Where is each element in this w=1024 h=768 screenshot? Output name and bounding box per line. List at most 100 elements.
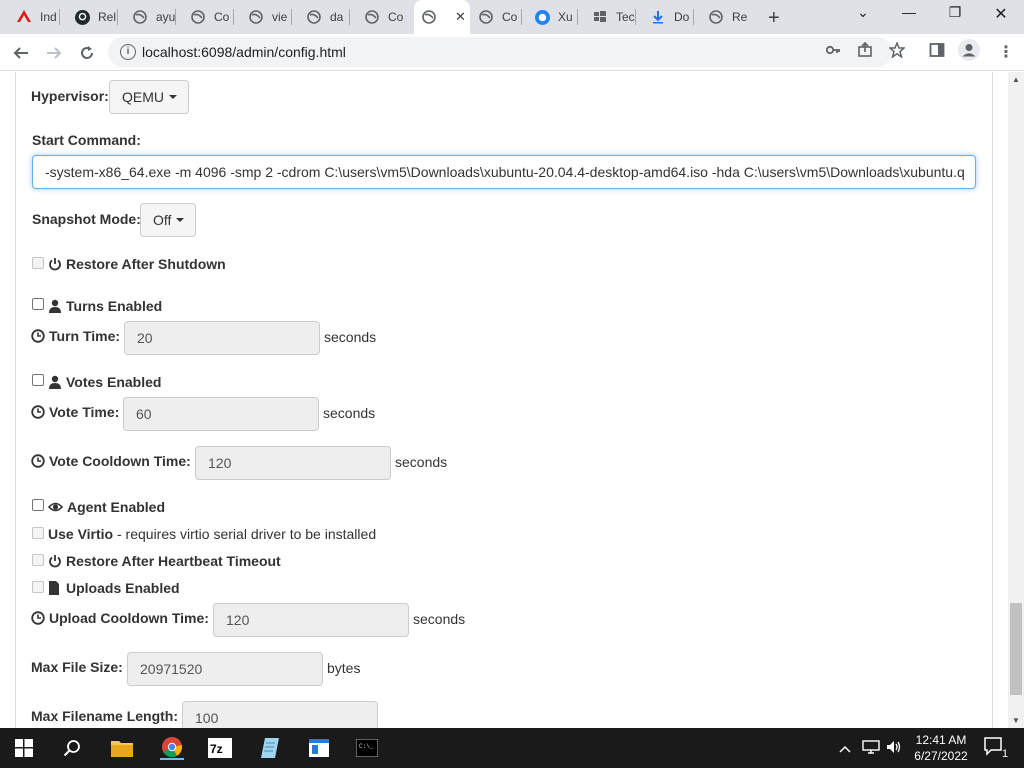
tab-1[interactable]: Ind <box>16 5 60 29</box>
tab-search-button[interactable]: ⌄ <box>840 4 886 21</box>
use-virtio-checkbox[interactable] <box>32 527 44 539</box>
vote-time-value: 60 <box>136 406 152 422</box>
window-app-icon[interactable] <box>307 736 331 760</box>
clock-icon <box>31 329 45 343</box>
tab-12-label: Do <box>674 10 690 24</box>
close-tab-icon[interactable]: ✕ <box>455 9 466 25</box>
max-file-size-value: 20971520 <box>140 661 203 677</box>
vote-time-input[interactable]: 60 <box>123 397 319 431</box>
command-prompt-icon[interactable]: C:\_ <box>355 736 379 760</box>
globe-icon <box>132 9 148 25</box>
minimize-button[interactable]: — <box>886 4 932 20</box>
tab-13[interactable]: Re <box>708 5 752 29</box>
scroll-up-arrow-icon[interactable]: ▲ <box>1012 75 1020 84</box>
scrollbar-thumb[interactable] <box>1010 603 1022 695</box>
menu-dots-icon[interactable]: ⋮ <box>998 42 1014 62</box>
tab-active[interactable]: ✕ <box>414 0 470 34</box>
notification-count: 1 <box>1002 748 1009 760</box>
new-tab-button[interactable]: + <box>768 7 780 30</box>
tab-5[interactable]: vie <box>248 5 292 29</box>
upload-cooldown-input[interactable]: 120 <box>213 603 409 637</box>
7zip-icon[interactable]: 7z <box>208 736 232 760</box>
agent-enabled-checkbox[interactable] <box>32 499 44 511</box>
upload-cooldown-unit: seconds <box>413 611 466 627</box>
max-file-size-label: Max File Size: <box>31 659 123 675</box>
forward-button[interactable] <box>42 41 66 65</box>
max-file-size-input[interactable]: 20971520 <box>127 652 323 686</box>
tab-7-label: Co <box>388 10 404 24</box>
globe-icon <box>364 9 380 25</box>
tab-10-label: Xu <box>558 10 573 24</box>
upload-cooldown-text: Upload Cooldown Time: <box>49 610 209 626</box>
close-window-button[interactable]: ✕ <box>978 4 1024 24</box>
tab-7[interactable]: Co <box>364 5 408 29</box>
tab-5-label: vie <box>272 10 288 24</box>
max-filename-length-input[interactable]: 100 <box>182 701 378 728</box>
page-scrollbar[interactable]: ▲ ▼ <box>1008 72 1024 728</box>
tab-strip: Ind Rel ayu Co vie da Co ✕ Co Xu Tec Do … <box>0 0 1024 34</box>
vote-cooldown-value: 120 <box>208 455 232 471</box>
tab-3-label: ayu <box>156 10 176 24</box>
windows-start-icon[interactable] <box>12 736 36 760</box>
site-info-icon[interactable]: i <box>120 44 136 60</box>
globe-icon <box>190 9 206 25</box>
tab-4[interactable]: Co <box>190 5 234 29</box>
tab-12[interactable]: Do <box>650 5 694 29</box>
download-icon <box>650 9 666 25</box>
tab-3[interactable]: ayu <box>132 5 176 29</box>
tab-2-label: Rel <box>98 10 117 24</box>
turn-time-unit: seconds <box>324 329 377 345</box>
address-bar[interactable]: i localhost:6098/admin/config.html <box>108 37 892 67</box>
turn-time-value: 20 <box>137 330 153 346</box>
scroll-down-arrow-icon[interactable]: ▼ <box>1012 716 1020 725</box>
show-hidden-icons-chevron-icon[interactable] <box>839 740 851 756</box>
eye-icon <box>48 502 63 512</box>
bookmark-star-icon[interactable] <box>888 40 906 62</box>
vote-cooldown-input[interactable]: 120 <box>195 446 391 480</box>
restore-after-heartbeat-label: Restore After Heartbeat Timeout <box>48 553 281 569</box>
tab-2[interactable]: Rel <box>74 5 118 29</box>
file-explorer-icon[interactable] <box>110 736 134 760</box>
snapshot-mode-dropdown[interactable]: Off <box>140 203 196 237</box>
vote-time-unit: seconds <box>323 405 376 421</box>
network-icon[interactable] <box>862 740 880 757</box>
xubuntu-icon <box>534 9 550 25</box>
tab-6[interactable]: da <box>306 5 350 29</box>
clock-icon <box>31 405 45 419</box>
chrome-icon[interactable] <box>160 736 184 760</box>
user-icon <box>49 375 61 389</box>
turn-time-input[interactable]: 20 <box>124 321 320 355</box>
globe-icon <box>248 9 264 25</box>
key-icon[interactable] <box>825 42 841 62</box>
uploads-enabled-text: Uploads Enabled <box>66 580 180 596</box>
search-icon[interactable] <box>60 736 84 760</box>
turns-enabled-checkbox[interactable] <box>32 298 44 310</box>
vote-cooldown-label: Vote Cooldown Time: <box>31 453 191 469</box>
profile-avatar-icon[interactable] <box>958 39 980 65</box>
restore-after-heartbeat-checkbox[interactable] <box>32 554 44 566</box>
tab-11[interactable]: Tec <box>592 5 636 29</box>
reload-icon <box>81 46 93 59</box>
start-command-input[interactable]: -system-x86_64.exe -m 4096 -smp 2 -cdrom… <box>32 155 976 189</box>
votes-enabled-checkbox[interactable] <box>32 374 44 386</box>
volume-icon[interactable] <box>886 740 902 757</box>
globe-icon <box>306 9 322 25</box>
back-button[interactable] <box>9 41 33 65</box>
restore-after-shutdown-checkbox[interactable] <box>32 257 44 269</box>
forward-arrow-icon <box>47 47 62 59</box>
reload-button[interactable] <box>75 41 99 65</box>
upload-cooldown-value: 120 <box>226 612 250 628</box>
restore-button[interactable]: ❐ <box>932 4 978 21</box>
vote-cooldown-text: Vote Cooldown Time: <box>49 453 191 469</box>
tab-9[interactable]: Co <box>478 5 522 29</box>
uploads-enabled-checkbox[interactable] <box>32 581 44 593</box>
share-icon[interactable] <box>857 41 873 62</box>
max-file-size-unit: bytes <box>327 660 361 676</box>
tab-10[interactable]: Xu <box>534 5 578 29</box>
globe-icon <box>478 9 494 25</box>
use-virtio-note: - requires virtio serial driver to be in… <box>113 526 377 542</box>
system-clock[interactable]: 12:41 AM 6/27/2022 <box>905 732 977 764</box>
notepad-icon[interactable] <box>258 736 282 760</box>
hypervisor-dropdown[interactable]: QEMU <box>109 80 189 114</box>
side-panel-icon[interactable] <box>929 42 945 62</box>
